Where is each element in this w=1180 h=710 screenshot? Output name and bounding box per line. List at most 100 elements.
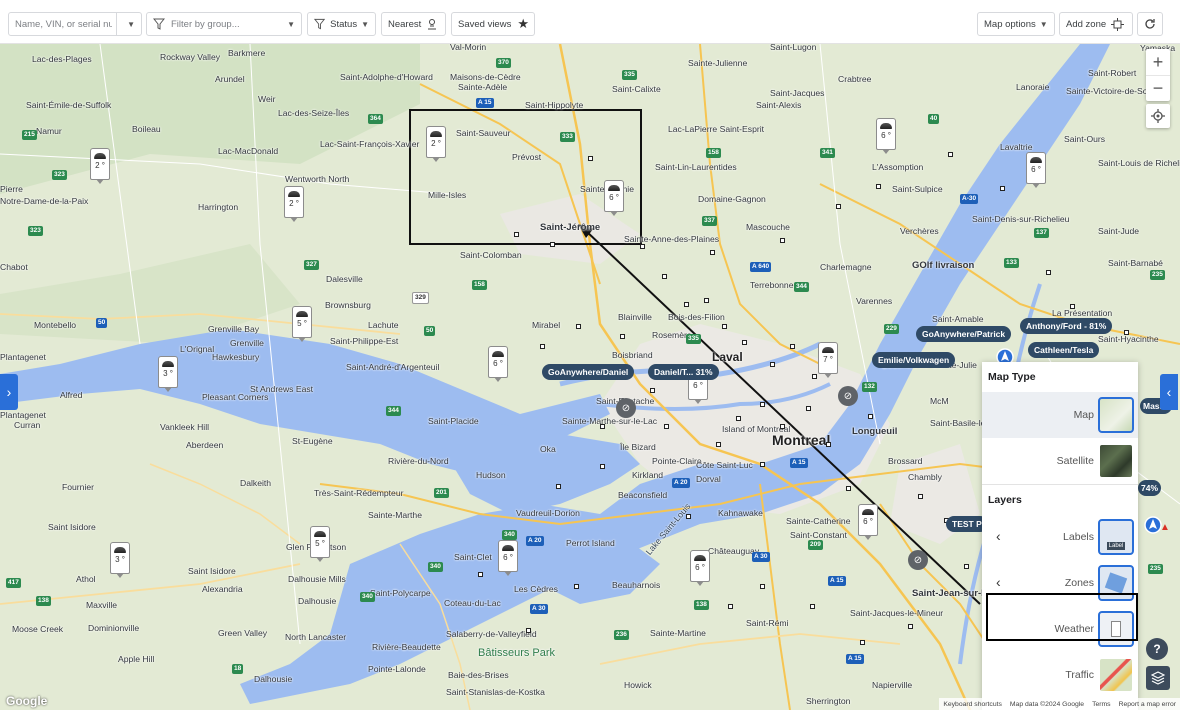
vehicle-dot[interactable]: [600, 464, 605, 469]
vehicle-dot[interactable]: [736, 416, 741, 421]
vehicle-dot[interactable]: [908, 624, 913, 629]
layer-option-traffic[interactable]: Traffic: [982, 652, 1138, 698]
map-type-option-map[interactable]: Map: [982, 392, 1138, 438]
weather-marker[interactable]: 5 °: [310, 526, 330, 562]
vehicle-dot[interactable]: [812, 374, 817, 379]
vehicle-dot[interactable]: [868, 414, 873, 419]
vehicle-dot[interactable]: [1070, 304, 1075, 309]
no-signal-icon[interactable]: ⊘: [838, 386, 858, 406]
vehicle-label[interactable]: GoAnywhere/Patrick: [916, 326, 1012, 342]
weather-marker[interactable]: 6 °: [488, 346, 508, 382]
zoom-in-button[interactable]: +: [1146, 49, 1170, 75]
saved-views-button[interactable]: Saved views ★: [451, 12, 535, 36]
right-panel-toggle[interactable]: ‹: [1160, 374, 1178, 410]
search-input[interactable]: Name, VIN, or serial nu... ▼: [8, 12, 142, 36]
weather-marker[interactable]: 6 °: [1026, 152, 1046, 188]
vehicle-dot[interactable]: [620, 334, 625, 339]
vehicle-dot[interactable]: [742, 340, 747, 345]
vehicle-label[interactable]: Emilie/Volkwagen: [872, 352, 956, 368]
weather-marker[interactable]: 6 °: [858, 504, 878, 540]
weather-marker[interactable]: 6 °: [876, 118, 896, 154]
vehicle-dot[interactable]: [806, 406, 811, 411]
chevron-down-icon[interactable]: ▼: [127, 20, 135, 29]
keyboard-shortcuts-link[interactable]: Keyboard shortcuts: [943, 701, 1002, 708]
layer-option-labels[interactable]: ‹ Labels Label: [982, 514, 1138, 560]
vehicle-label[interactable]: Daniel/T... 31%: [648, 364, 719, 380]
vehicle-dot[interactable]: [1124, 330, 1129, 335]
vehicle-dot[interactable]: [650, 388, 655, 393]
vehicle-dot[interactable]: [760, 402, 765, 407]
vehicle-dot[interactable]: [710, 250, 715, 255]
no-signal-icon[interactable]: ⊘: [616, 398, 636, 418]
left-panel-toggle[interactable]: ›: [0, 374, 18, 410]
vehicle-dot[interactable]: [826, 442, 831, 447]
no-signal-icon[interactable]: ⊘: [908, 550, 928, 570]
map-type-option-satellite[interactable]: Satellite: [982, 438, 1138, 484]
vehicle-dot[interactable]: [600, 424, 605, 429]
weather-marker[interactable]: 6 °: [690, 550, 710, 586]
vehicle-dot[interactable]: [540, 344, 545, 349]
map-canvas[interactable]: Lac-des-Plages Rockway Valley Barkmere A…: [0, 44, 1180, 710]
group-filter-input[interactable]: Filter by group... ▼: [146, 12, 302, 36]
vehicle-dot[interactable]: [780, 238, 785, 243]
vehicle-label[interactable]: Anthony/Ford - 81%: [1020, 318, 1113, 334]
vehicle-dot[interactable]: [684, 302, 689, 307]
vehicle-dot[interactable]: [876, 184, 881, 189]
vehicle-dot[interactable]: [478, 572, 483, 577]
chevron-down-icon[interactable]: ▼: [287, 20, 295, 29]
vehicle-dot[interactable]: [780, 424, 785, 429]
vehicle-dot[interactable]: [662, 274, 667, 279]
weather-marker[interactable]: 6 °: [498, 540, 518, 576]
chevron-left-icon[interactable]: ‹: [996, 574, 1001, 590]
vehicle-dot[interactable]: [948, 152, 953, 157]
vehicle-dot[interactable]: [722, 324, 727, 329]
weather-marker[interactable]: 7 °: [818, 342, 838, 378]
map-options-button[interactable]: Map options ▼: [977, 12, 1055, 36]
vehicle-dot[interactable]: [514, 232, 519, 237]
vehicle-dot[interactable]: [1046, 270, 1051, 275]
vehicle-dot[interactable]: [576, 324, 581, 329]
weather-marker[interactable]: 3 °: [158, 356, 178, 392]
vehicle-dot[interactable]: [728, 604, 733, 609]
vehicle-dot[interactable]: [574, 584, 579, 589]
vehicle-dot[interactable]: [686, 514, 691, 519]
vehicle-dot[interactable]: [790, 344, 795, 349]
weather-marker[interactable]: 6 °: [604, 180, 624, 216]
zoom-out-button[interactable]: −: [1146, 75, 1170, 101]
status-filter-button[interactable]: Status ▼: [307, 12, 376, 36]
vehicle-label[interactable]: 74%: [1138, 480, 1162, 496]
vehicle-dot[interactable]: [846, 486, 851, 491]
weather-marker[interactable]: 2 °: [426, 126, 446, 162]
report-error-link[interactable]: Report a map error: [1119, 701, 1176, 708]
vehicle-dot[interactable]: [704, 298, 709, 303]
vehicle-dot[interactable]: [760, 584, 765, 589]
weather-marker[interactable]: 2 °: [284, 186, 304, 222]
vehicle-dot[interactable]: [664, 424, 669, 429]
vehicle-label[interactable]: GoAnywhere/Daniel: [542, 364, 635, 380]
vehicle-dot[interactable]: [918, 494, 923, 499]
terms-link[interactable]: Terms: [1092, 701, 1111, 708]
weather-marker[interactable]: 3 °: [110, 542, 130, 578]
locate-button[interactable]: [1146, 104, 1170, 128]
vehicle-dot[interactable]: [1000, 186, 1005, 191]
weather-marker[interactable]: 5 °: [292, 306, 312, 342]
vehicle-dot[interactable]: [836, 204, 841, 209]
vehicle-dot[interactable]: [810, 604, 815, 609]
vehicle-label[interactable]: Cathleen/Tesla: [1028, 342, 1100, 358]
vehicle-dot[interactable]: [964, 564, 969, 569]
add-zone-button[interactable]: Add zone: [1059, 12, 1133, 36]
vehicle-dot[interactable]: [556, 484, 561, 489]
vehicle-dot[interactable]: [640, 244, 645, 249]
nearest-button[interactable]: Nearest: [381, 12, 446, 36]
vehicle-dot[interactable]: [770, 362, 775, 367]
vehicle-dot[interactable]: [550, 242, 555, 247]
weather-marker[interactable]: 2 °: [90, 148, 110, 184]
vehicle-dot[interactable]: [860, 640, 865, 645]
vehicle-dot[interactable]: [526, 628, 531, 633]
vehicle-dot[interactable]: [716, 442, 721, 447]
refresh-button[interactable]: [1137, 12, 1163, 36]
vehicle-dot[interactable]: [760, 462, 765, 467]
chevron-left-icon[interactable]: ‹: [996, 528, 1001, 544]
vehicle-dot[interactable]: [588, 156, 593, 161]
help-button[interactable]: ?: [1146, 638, 1168, 660]
